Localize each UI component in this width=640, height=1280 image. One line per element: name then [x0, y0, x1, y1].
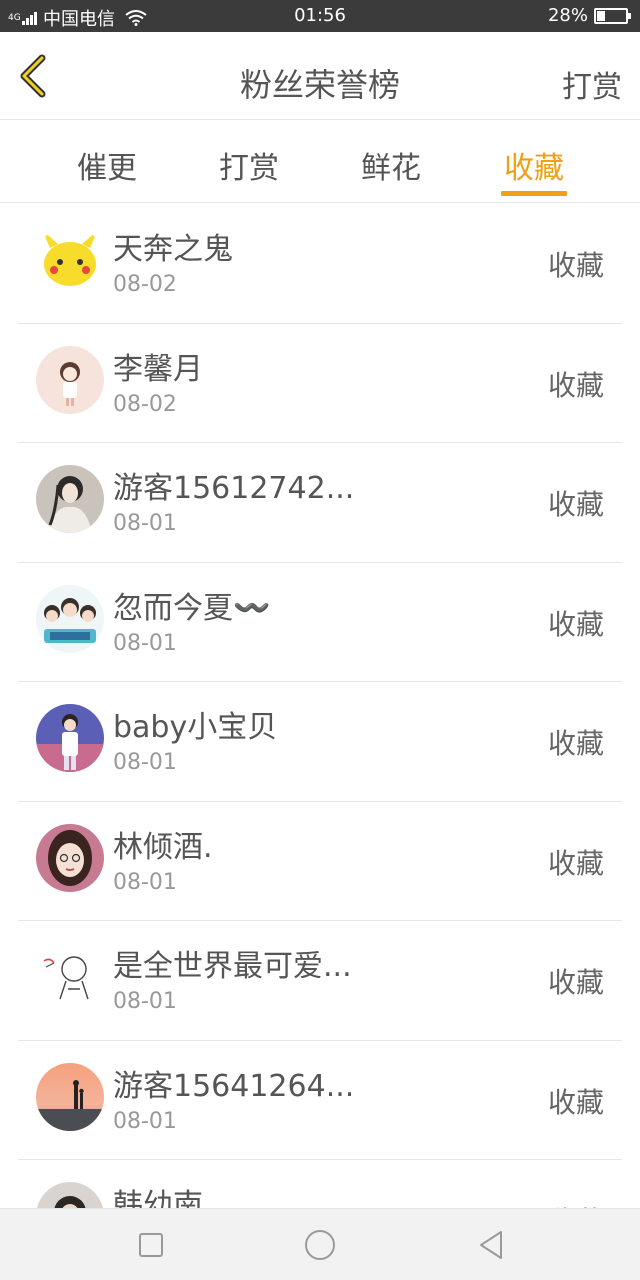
date: 08-01: [113, 511, 177, 536]
action-label: 收藏: [547, 846, 604, 880]
date: 08-01: [113, 989, 177, 1014]
system-nav-bar: [0, 1208, 640, 1280]
status-right: 28%: [547, 5, 631, 26]
avatar[interactable]: [36, 943, 104, 1011]
action-label: 收藏: [547, 966, 604, 999]
battery-icon: [594, 7, 631, 24]
tab-favorites[interactable]: 收藏: [484, 143, 584, 187]
action-label: 收藏: [547, 249, 604, 282]
list-item[interactable]: 是全世界最可爱... 08-01 收藏: [0, 921, 640, 1041]
date: 08-02: [113, 272, 177, 297]
list-item[interactable]: 天奔之鬼 08-02 收藏: [0, 204, 640, 324]
fan-list: 天奔之鬼 08-02 收藏 李馨月 08-02 收藏 游客15612742...…: [0, 204, 640, 1280]
avatar[interactable]: [36, 1062, 104, 1131]
list-item[interactable]: baby小宝贝 08-01 收藏: [0, 682, 640, 802]
battery-fill: [597, 10, 606, 21]
date: 08-01: [113, 630, 177, 656]
user-name: 忽而今夏〰️: [113, 590, 271, 626]
status-bar: 4G 中国电信 01:56 28%: [0, 0, 640, 32]
tab-urge[interactable]: 催更: [57, 143, 157, 187]
status-time: 01:56: [294, 5, 346, 26]
user-name: 游客15641264...: [113, 1068, 355, 1104]
avatar[interactable]: [36, 823, 104, 892]
list-item[interactable]: 忽而今夏〰️ 08-01 收藏: [0, 563, 640, 683]
action-label: 收藏: [547, 727, 604, 760]
avatar[interactable]: [36, 465, 104, 533]
list-item[interactable]: 游客15612742... 08-01 收藏: [0, 443, 640, 563]
user-name: 林倾酒.: [113, 829, 213, 865]
date: 08-01: [113, 1108, 177, 1134]
avatar[interactable]: [36, 226, 104, 294]
battery-percent: 28%: [547, 5, 588, 26]
avatar[interactable]: [36, 345, 104, 414]
list-item[interactable]: 林倾酒. 08-01 收藏: [0, 802, 640, 922]
action-label: 收藏: [547, 488, 604, 521]
tab-reward[interactable]: 打赏: [199, 143, 299, 187]
tab-flowers[interactable]: 鲜花: [341, 143, 441, 187]
user-name: baby小宝贝: [113, 710, 278, 745]
user-name: 是全世界最可爱...: [113, 949, 352, 984]
avatar[interactable]: [36, 584, 104, 653]
home-circle-icon[interactable]: [302, 1227, 338, 1263]
user-name: 天奔之鬼: [113, 232, 233, 267]
date: 08-01: [113, 869, 177, 895]
avatar[interactable]: [36, 704, 104, 772]
date: 08-02: [113, 391, 177, 417]
back-triangle-icon[interactable]: [473, 1227, 509, 1263]
list-item[interactable]: 游客15641264... 08-01 收藏: [0, 1041, 640, 1161]
reward-button[interactable]: 打赏: [562, 62, 622, 106]
user-name: 李馨月: [113, 351, 203, 387]
app-header: 粉丝荣誉榜 打赏: [0, 32, 640, 120]
action-label: 收藏: [547, 607, 604, 641]
date: 08-01: [113, 750, 177, 775]
recents-square-icon[interactable]: [133, 1227, 169, 1263]
tab-bar: 催更 打赏 鲜花 收藏: [0, 121, 640, 203]
user-name: 游客15612742...: [113, 471, 355, 506]
list-item[interactable]: 李馨月 08-02 收藏: [0, 324, 640, 444]
active-tab-indicator: [501, 191, 567, 196]
action-label: 收藏: [547, 368, 604, 402]
action-label: 收藏: [547, 1085, 604, 1119]
page-title: 粉丝荣誉榜: [239, 66, 400, 104]
